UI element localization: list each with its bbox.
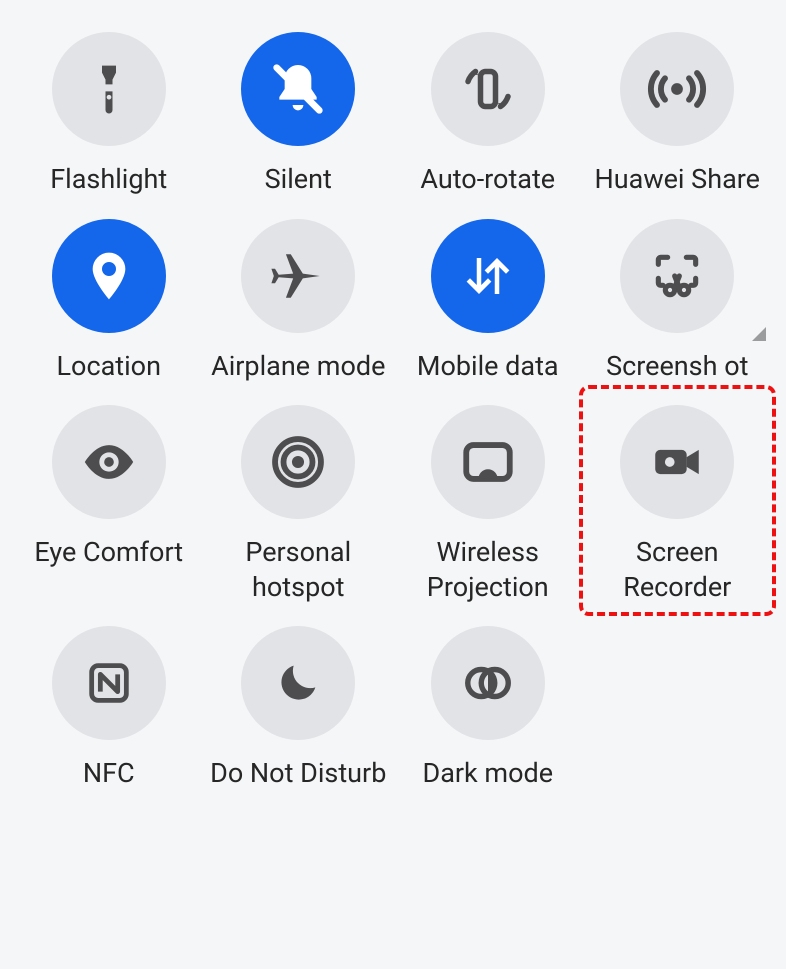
tile-label: Screen Recorder <box>587 535 767 604</box>
tile-label: Wireless Projection <box>398 535 578 604</box>
expand-indicator-icon <box>752 327 766 341</box>
tile-label: Airplane mode <box>211 349 385 384</box>
tile-label: Screensh ot <box>606 349 748 384</box>
airplane-icon <box>241 219 355 333</box>
tile-label: Silent <box>265 162 332 197</box>
contrast-icon <box>431 626 545 740</box>
nfc-icon <box>52 626 166 740</box>
tile-eye-comfort[interactable]: Eye Comfort <box>14 401 204 604</box>
tile-nfc[interactable]: NFC <box>14 622 204 791</box>
location-pin-icon <box>52 219 166 333</box>
tile-label: Huawei Share <box>594 162 760 197</box>
tile-label: Dark mode <box>422 756 553 791</box>
tile-personal-hotspot[interactable]: Personal hotspot <box>204 401 394 604</box>
tile-do-not-disturb[interactable]: Do Not Disturb <box>204 622 394 791</box>
tile-label: Personal hotspot <box>208 535 388 604</box>
tile-screen-recorder[interactable]: Screen Recorder <box>583 401 773 604</box>
tile-wireless-projection[interactable]: Wireless Projection <box>393 401 583 604</box>
tile-flashlight[interactable]: Flashlight <box>14 28 204 197</box>
cast-icon <box>431 405 545 519</box>
video-camera-icon <box>620 405 734 519</box>
tile-silent[interactable]: Silent <box>204 28 394 197</box>
data-arrows-icon <box>431 219 545 333</box>
tile-label: Eye Comfort <box>34 535 183 570</box>
bell-off-icon <box>241 32 355 146</box>
broadcast-icon <box>620 32 734 146</box>
tile-dark-mode[interactable]: Dark mode <box>393 622 583 791</box>
tile-label: Flashlight <box>50 162 167 197</box>
tile-mobile-data[interactable]: Mobile data <box>393 215 583 384</box>
tile-airplane-mode[interactable]: Airplane mode <box>204 215 394 384</box>
tile-label: Mobile data <box>417 349 559 384</box>
tile-auto-rotate[interactable]: Auto-rotate <box>393 28 583 197</box>
rotate-icon <box>431 32 545 146</box>
flashlight-icon <box>52 32 166 146</box>
moon-icon <box>241 626 355 740</box>
hotspot-icon <box>241 405 355 519</box>
eye-icon <box>52 405 166 519</box>
tile-label: NFC <box>83 756 135 791</box>
scissors-screen-icon <box>620 219 734 333</box>
tile-label: Do Not Disturb <box>210 756 386 791</box>
tile-huawei-share[interactable]: Huawei Share <box>583 28 773 197</box>
tile-screenshot[interactable]: Screensh ot <box>583 215 773 384</box>
quick-settings-grid: Flashlight Silent Auto-rotate Huawei Sha… <box>14 28 772 791</box>
tile-label: Location <box>57 349 161 384</box>
tile-location[interactable]: Location <box>14 215 204 384</box>
tile-label: Auto-rotate <box>420 162 555 197</box>
